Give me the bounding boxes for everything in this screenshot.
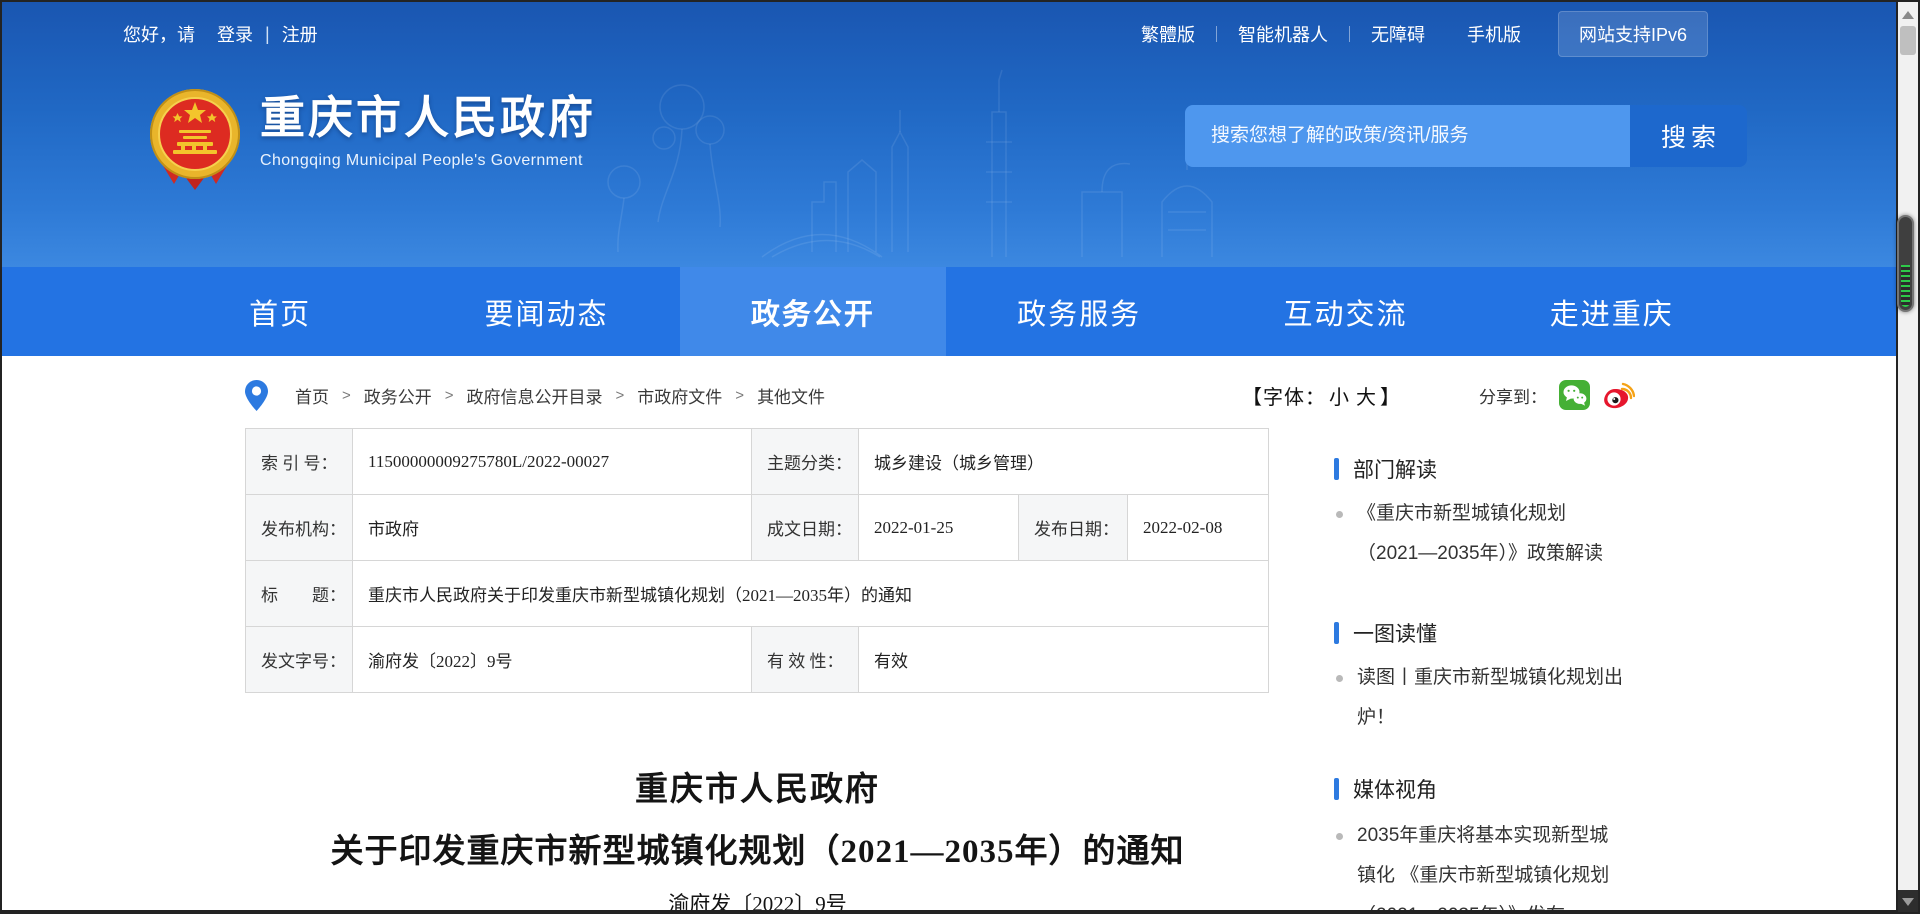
browser-page: 您好，请 登录 | 注册 繁體版 智能机器人 无障碍 手机版 网站支持IPv6: [2, 2, 1896, 910]
sidebar-link-infographic[interactable]: 读图丨重庆市新型城镇化规划出 炉！: [1336, 658, 1756, 738]
nav-item-gov-services[interactable]: 政务服务: [946, 267, 1212, 356]
mobile-version-link[interactable]: 手机版: [1446, 21, 1542, 47]
register-link[interactable]: 注册: [282, 21, 318, 47]
section-title: 一图读懂: [1353, 618, 1437, 648]
site-title: 重庆市人民政府: [260, 92, 596, 144]
breadcrumb-separator: >: [445, 387, 454, 404]
site-header: 您好，请 登录 | 注册 繁體版 智能机器人 无障碍 手机版 网站支持IPv6: [2, 2, 1896, 267]
topbar-utility-links: 繁體版 智能机器人 无障碍 手机版 网站支持IPv6: [1120, 2, 1708, 66]
sidebar-section-infographic: 一图读懂: [1334, 618, 1437, 648]
primary-nav: 首页 要闻动态 政务公开 政务服务 互动交流 走进重庆: [2, 267, 1896, 356]
meta-title-label: 标 题：: [246, 561, 353, 627]
document-meta-table: 索 引 号： 11500000009275780L/2022-00027 主题分…: [245, 428, 1269, 693]
meta-written-date-label: 成文日期：: [752, 495, 859, 561]
search-button[interactable]: 搜索: [1630, 105, 1747, 167]
section-accent-bar: [1334, 458, 1339, 480]
sidebar-link-policy-interpretation[interactable]: 《重庆市新型城镇化规划 （2021—2035年）》政策解读: [1336, 494, 1756, 574]
site-search: 搜索: [1185, 105, 1747, 167]
login-register-divider: |: [265, 24, 270, 45]
meta-publish-date-value: 2022-02-08: [1128, 495, 1269, 561]
site-brand[interactable]: 重庆市人民政府 Chongqing Municipal People's Gov…: [148, 86, 596, 192]
login-link[interactable]: 登录: [217, 21, 253, 47]
topbar: 您好，请 登录 | 注册 繁體版 智能机器人 无障碍 手机版 网站支持IPv6: [2, 2, 1896, 66]
location-pin-icon: [245, 380, 268, 411]
nav-item-about-chongqing[interactable]: 走进重庆: [1479, 267, 1745, 356]
nav-item-gov-info[interactable]: 政务公开: [680, 267, 946, 356]
breadcrumb: 首页 > 政务公开 > 政府信息公开目录 > 市政府文件 > 其他文件: [245, 376, 825, 414]
site-subtitle: Chongqing Municipal People's Government: [260, 152, 596, 170]
scrollbar-thumb[interactable]: [1900, 26, 1916, 55]
scrollbar-down-arrow-icon[interactable]: [1902, 898, 1914, 906]
breadcrumb-city-gov-docs[interactable]: 市政府文件: [637, 383, 722, 408]
bullet-dot-icon: [1336, 675, 1343, 682]
nav-item-home[interactable]: 首页: [147, 267, 413, 356]
primary-nav-items: 首页 要闻动态 政务公开 政务服务 互动交流 走进重庆: [147, 267, 1745, 356]
document-number: 渝府发〔2022〕9号: [245, 888, 1270, 910]
battery-indicator-overlay: [1897, 215, 1914, 312]
scrollbar-up-arrow-icon[interactable]: [1902, 11, 1914, 19]
sidebar-link-text[interactable]: 2035年重庆将基本实现新型城 镇化 《重庆市新型城镇化规划 （2021—203…: [1357, 816, 1609, 910]
meta-org-label: 发布机构：: [246, 495, 353, 561]
meta-written-date-value: 2022-01-25: [859, 495, 1019, 561]
nav-item-interaction[interactable]: 互动交流: [1212, 267, 1478, 356]
sidebar-link-media-article[interactable]: 2035年重庆将基本实现新型城 镇化 《重庆市新型城镇化规划 （2021—203…: [1336, 816, 1756, 910]
breadcrumb-other-docs: 其他文件: [757, 383, 825, 408]
meta-publish-date-label: 发布日期：: [1019, 495, 1128, 561]
font-larger-button[interactable]: 大: [1356, 381, 1377, 410]
greeting-text: 您好，请: [123, 21, 195, 47]
meta-topic-value: 城乡建设（城乡管理）: [859, 429, 1269, 495]
meta-doc-no-label: 发文字号：: [246, 627, 353, 693]
sidebar-link-text[interactable]: 读图丨重庆市新型城镇化规划出 炉！: [1357, 658, 1623, 738]
share-label: 分享到：: [1479, 383, 1547, 408]
breadcrumb-separator: >: [342, 387, 351, 404]
meta-title-value: 重庆市人民政府关于印发重庆市新型城镇化规划（2021—2035年）的通知: [353, 561, 1269, 627]
sidebar-link-text[interactable]: 《重庆市新型城镇化规划 （2021—2035年）》政策解读: [1357, 494, 1603, 574]
brand-text: 重庆市人民政府 Chongqing Municipal People's Gov…: [260, 86, 596, 170]
scrollbar-bottom-corner: [1898, 890, 1918, 912]
section-accent-bar: [1334, 778, 1339, 800]
meta-validity-label: 有 效 性：: [752, 627, 859, 693]
font-size-tools: 【字体： 小 大 】: [1242, 376, 1401, 414]
meta-index-label: 索 引 号：: [246, 429, 353, 495]
smart-robot-link[interactable]: 智能机器人: [1217, 21, 1349, 47]
document-issuing-org: 重庆市人民政府: [245, 762, 1270, 810]
breadcrumb-separator: >: [616, 387, 625, 404]
breadcrumb-home[interactable]: 首页: [295, 383, 329, 408]
meta-index-value: 11500000009275780L/2022-00027: [353, 429, 752, 495]
meta-topic-label: 主题分类：: [752, 429, 859, 495]
ipv6-support-badge[interactable]: 网站支持IPv6: [1558, 11, 1708, 57]
weibo-share-icon[interactable]: [1602, 380, 1635, 410]
meta-validity-value: 有效: [859, 627, 1269, 693]
bullet-dot-icon: [1336, 511, 1343, 518]
accessibility-link[interactable]: 无障碍: [1350, 21, 1446, 47]
topbar-login-area: 您好，请 登录 | 注册: [123, 2, 318, 66]
national-emblem-icon: [148, 86, 242, 192]
cityscape-watermark-art: [562, 52, 1262, 267]
meta-doc-no-value: 渝府发〔2022〕9号: [353, 627, 752, 693]
wechat-share-icon[interactable]: [1559, 380, 1590, 410]
breadcrumb-gov-info[interactable]: 政务公开: [364, 383, 432, 408]
bullet-dot-icon: [1336, 833, 1343, 840]
search-input[interactable]: [1185, 105, 1630, 167]
document-title: 关于印发重庆市新型城镇化规划（2021—2035年）的通知: [245, 824, 1270, 872]
vertical-scrollbar[interactable]: [1898, 2, 1918, 890]
sidebar-section-media-view: 媒体视角: [1334, 774, 1437, 804]
section-title: 部门解读: [1353, 454, 1437, 484]
share-bar: 分享到：: [1479, 376, 1635, 414]
section-accent-bar: [1334, 622, 1339, 644]
breadcrumb-info-catalog[interactable]: 政府信息公开目录: [467, 383, 603, 408]
font-tools-prefix: 【字体：: [1242, 381, 1326, 410]
font-smaller-button[interactable]: 小: [1329, 381, 1350, 410]
section-title: 媒体视角: [1353, 774, 1437, 804]
nav-item-news[interactable]: 要闻动态: [413, 267, 679, 356]
breadcrumb-separator: >: [735, 387, 744, 404]
sidebar-section-dept-interpretation: 部门解读: [1334, 454, 1437, 484]
traditional-chinese-link[interactable]: 繁體版: [1120, 21, 1216, 47]
battery-charge-level: [1901, 265, 1910, 307]
meta-org-value: 市政府: [353, 495, 752, 561]
font-tools-suffix: 】: [1380, 381, 1401, 410]
